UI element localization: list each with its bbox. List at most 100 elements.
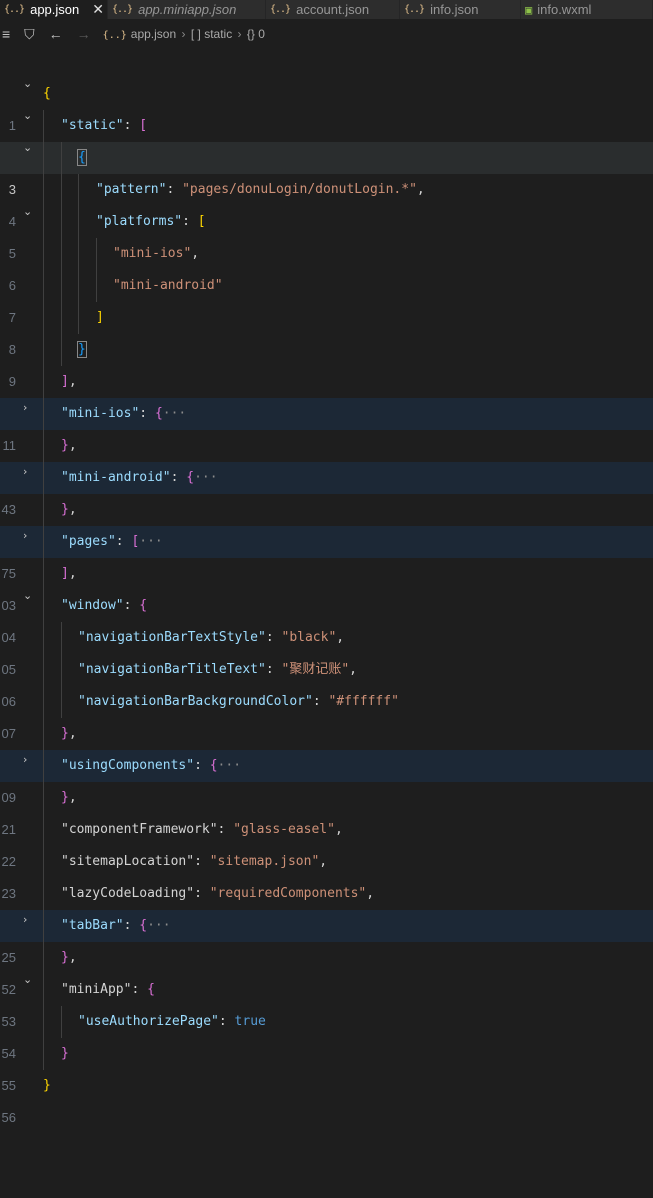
code-line[interactable]: 54 "useAuthorizePage": true xyxy=(0,1006,653,1061)
fold-closed-icon[interactable]: › xyxy=(23,904,27,936)
colon: : xyxy=(139,406,155,421)
code-line-folded[interactable]: 25 › "tabBar": {··· xyxy=(0,910,653,965)
code-editor[interactable]: 1 ⌄ { 2 ⌄ "static": [ 3 ⌄ { 4 "pattern":… xyxy=(0,77,653,1125)
code-line[interactable]: 07 "navigationBarBackgroundColor": "#fff… xyxy=(0,686,653,741)
json-string: "mini-ios" xyxy=(113,246,192,261)
colon: : xyxy=(166,182,183,197)
code-line[interactable]: 7 "mini-android" xyxy=(0,270,653,325)
code-line[interactable]: 5 ⌄ "platforms": [ xyxy=(0,205,653,261)
json-file-icon: {..} xyxy=(102,30,127,41)
breadcrumb-file[interactable]: app.json xyxy=(131,27,176,41)
bracket: ] xyxy=(61,374,69,389)
fold-open-icon[interactable]: ⌄ xyxy=(23,132,32,164)
breadcrumb-index[interactable]: 0 xyxy=(258,27,265,41)
tab-app-miniapp-json[interactable]: {..} app.miniapp.json xyxy=(108,0,266,19)
code-line[interactable]: 1 ⌄ { xyxy=(0,77,653,133)
comma: , xyxy=(68,438,77,453)
breadcrumb-static[interactable]: static xyxy=(204,27,232,41)
code-line[interactable]: 24 "lazyCodeLoading": "requiredComponent… xyxy=(0,878,653,933)
bookmark-icon[interactable]: ⛉ xyxy=(24,26,35,43)
json-string: "#ffffff" xyxy=(328,694,399,709)
code-line[interactable]: 04 ⌄ "window": { xyxy=(0,589,653,645)
fold-open-icon[interactable]: ⌄ xyxy=(23,196,32,228)
code-line[interactable]: 22 "componentFramework": "glass-easel", xyxy=(0,814,653,869)
folded-ellipsis[interactable]: ··· xyxy=(163,406,186,421)
breadcrumb-bar: ≡ ⛉ ← → {..} app.json › [ ] static › {} 0 xyxy=(0,19,653,49)
code-line[interactable]: 05 "navigationBarTextStyle": "black", xyxy=(0,622,653,677)
code-line[interactable]: 08 }, xyxy=(0,718,653,773)
json-string: "glass-easel" xyxy=(233,822,335,837)
bracket: } xyxy=(43,1078,51,1093)
comma: , xyxy=(191,246,200,261)
code-line[interactable]: 03 ], xyxy=(0,558,653,613)
fold-closed-icon[interactable]: › xyxy=(23,456,27,488)
code-line-folded[interactable]: 43 › "mini-android": {··· xyxy=(0,462,653,517)
close-icon[interactable]: ✕ xyxy=(92,1,104,18)
json-key: "pattern" xyxy=(96,182,167,197)
fold-open-icon[interactable]: ⌄ xyxy=(23,580,32,612)
code-line[interactable]: 10 ], xyxy=(0,366,653,421)
bracket: } xyxy=(61,438,69,453)
json-string: "mini-android" xyxy=(113,278,223,293)
json-key: "window" xyxy=(61,598,124,613)
forward-arrow-icon[interactable]: → xyxy=(77,26,91,42)
menu-icon[interactable]: ≡ xyxy=(2,26,10,42)
tab-account-json[interactable]: {..} account.json xyxy=(266,0,400,19)
code-line[interactable]: 23 "sitemapLocation": "sitemap.json", xyxy=(0,846,653,901)
code-line-folded[interactable]: 75 › "pages": [··· xyxy=(0,526,653,581)
chevron-right-icon: › xyxy=(181,27,186,41)
tab-label: app.miniapp.json xyxy=(138,2,237,17)
code-line[interactable]: 42 }, xyxy=(0,430,653,485)
json-string: "requiredComponents" xyxy=(209,886,367,901)
code-line-folded[interactable]: 09 › "usingComponents": {··· xyxy=(0,750,653,805)
fold-closed-icon[interactable]: › xyxy=(23,520,27,552)
tab-label: account.json xyxy=(296,2,370,17)
bracket: { xyxy=(139,598,148,613)
code-line[interactable]: 9 } xyxy=(0,334,653,389)
code-line[interactable]: 74 }, xyxy=(0,494,653,549)
code-line[interactable]: 4 "pattern": "pages/donuLogin/donutLogin… xyxy=(0,174,653,229)
colon: : xyxy=(123,918,140,933)
folded-ellipsis[interactable]: ··· xyxy=(147,918,170,933)
bracket: } xyxy=(61,726,69,741)
json-file-icon: {..} xyxy=(4,4,25,15)
code-line[interactable]: 52 }, xyxy=(0,942,653,997)
code-line[interactable]: 6 "mini-ios", xyxy=(0,238,653,293)
fold-closed-icon[interactable]: › xyxy=(23,392,27,424)
comma: , xyxy=(319,854,328,869)
colon: : xyxy=(182,214,198,229)
code-line[interactable]: 56 } xyxy=(0,1070,653,1125)
bracket: { xyxy=(186,470,195,485)
fold-open-icon[interactable]: ⌄ xyxy=(23,68,32,100)
code-line[interactable]: 21 }, xyxy=(0,782,653,837)
comma: , xyxy=(68,502,77,517)
bracket: { xyxy=(77,149,87,166)
fold-open-icon[interactable]: ⌄ xyxy=(23,964,32,996)
code-line[interactable]: 8 ] xyxy=(0,302,653,357)
code-line[interactable]: 06 "navigationBarTitleText": "聚财记账", xyxy=(0,654,653,709)
tab-app-json[interactable]: {..} app.json ✕ xyxy=(0,0,108,19)
breadcrumb: {..} app.json › [ ] static › {} 0 xyxy=(103,27,265,41)
json-key: "navigationBarTitleText" xyxy=(78,662,266,677)
json-key: "pages" xyxy=(61,534,116,549)
comma: , xyxy=(349,662,357,677)
tab-info-json[interactable]: {..} info.json xyxy=(400,0,521,19)
code-line[interactable]: 55 } xyxy=(0,1038,653,1093)
code-line[interactable]: 2 ⌄ "static": [ xyxy=(0,109,653,165)
json-key: "usingComponents" xyxy=(61,758,195,773)
folded-ellipsis[interactable]: ··· xyxy=(194,470,217,485)
fold-open-icon[interactable]: ⌄ xyxy=(23,100,32,132)
json-file-icon: {..} xyxy=(112,4,133,15)
code-line-current[interactable]: 3 ⌄ { xyxy=(0,141,653,197)
code-line-folded[interactable]: 11 › "mini-ios": {··· xyxy=(0,398,653,453)
chevron-right-icon: › xyxy=(237,27,242,41)
bracket: } xyxy=(61,1046,69,1061)
tab-label: app.json xyxy=(30,2,80,17)
fold-closed-icon[interactable]: › xyxy=(23,744,27,776)
back-arrow-icon[interactable]: ← xyxy=(49,26,63,42)
tab-info-wxml[interactable]: ▣ info.wxml xyxy=(521,0,653,19)
folded-ellipsis[interactable]: ··· xyxy=(218,758,241,773)
code-line[interactable]: 53 ⌄ "miniApp": { xyxy=(0,973,653,1029)
folded-ellipsis[interactable]: ··· xyxy=(139,534,162,549)
colon: : xyxy=(265,662,282,677)
